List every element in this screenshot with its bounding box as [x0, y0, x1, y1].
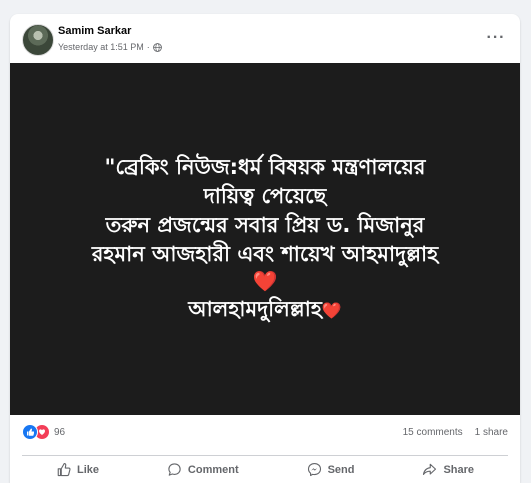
thumbs-up-icon: [57, 462, 71, 477]
post-stats: 96 15 comments 1 share: [10, 415, 520, 449]
reaction-icons: [22, 424, 50, 440]
media-closing-line: আলহামদুলিল্লাহ❤️: [188, 295, 342, 325]
closing-text: আলহামদুলিল্লাহ: [188, 297, 322, 321]
comment-bubble-icon: [168, 463, 181, 476]
media-line-4: রহমান আজহারী এবং শায়েখ আহমাদুল্লাহ: [91, 242, 439, 266]
post-meta: Yesterday at 1:51 PM ·: [58, 42, 162, 52]
send-label: Send: [327, 463, 355, 476]
like-label: Like: [76, 463, 99, 476]
reaction-count[interactable]: 96: [54, 427, 65, 438]
comment-button[interactable]: Comment: [157, 458, 249, 481]
closing-heart-emoji: ❤️: [321, 301, 342, 320]
share-arrow-icon: [423, 463, 437, 475]
share-label: Share: [443, 463, 475, 476]
media-line-2: দায়িত্ব পেয়েছে: [203, 184, 327, 208]
like-icon: [22, 424, 38, 440]
post-timestamp[interactable]: Yesterday at 1:51 PM: [58, 42, 144, 52]
reactions-summary[interactable]: 96: [22, 424, 65, 440]
action-bar: Like Comment Send Share: [22, 456, 508, 483]
media-line-3: তরুন প্রজন্মের সবার প্রিয় ড. মিজানুর: [105, 213, 425, 237]
like-button[interactable]: Like: [46, 458, 109, 481]
meta-separator: ·: [146, 42, 150, 52]
heart-emoji: ❤️: [252, 271, 278, 293]
post-card: Samim Sarkar Yesterday at 1:51 PM · ··· …: [10, 14, 520, 483]
more-options-icon: ···: [486, 29, 506, 46]
post-header: Samim Sarkar Yesterday at 1:51 PM · ···: [10, 14, 520, 62]
comment-label: Comment: [187, 463, 239, 476]
share-button[interactable]: Share: [412, 458, 484, 481]
globe-icon: [152, 42, 162, 52]
engagement-counts: 15 comments 1 share: [403, 427, 508, 438]
media-line-1: "ব্রেকিং নিউজ:ধর্ম বিষয়ক মন্ত্রণালয়ের: [104, 155, 426, 179]
send-button[interactable]: Send: [297, 458, 365, 481]
post-image[interactable]: "ব্রেকিং নিউজ:ধর্ম বিষয়ক মন্ত্রণালয়ের …: [10, 63, 520, 415]
messenger-icon: [307, 462, 321, 477]
author-name[interactable]: Samim Sarkar: [58, 25, 131, 37]
avatar[interactable]: [22, 24, 54, 56]
shares-count[interactable]: 1 share: [475, 427, 508, 438]
more-options-button[interactable]: ···: [482, 24, 510, 52]
comments-count[interactable]: 15 comments: [403, 427, 463, 438]
